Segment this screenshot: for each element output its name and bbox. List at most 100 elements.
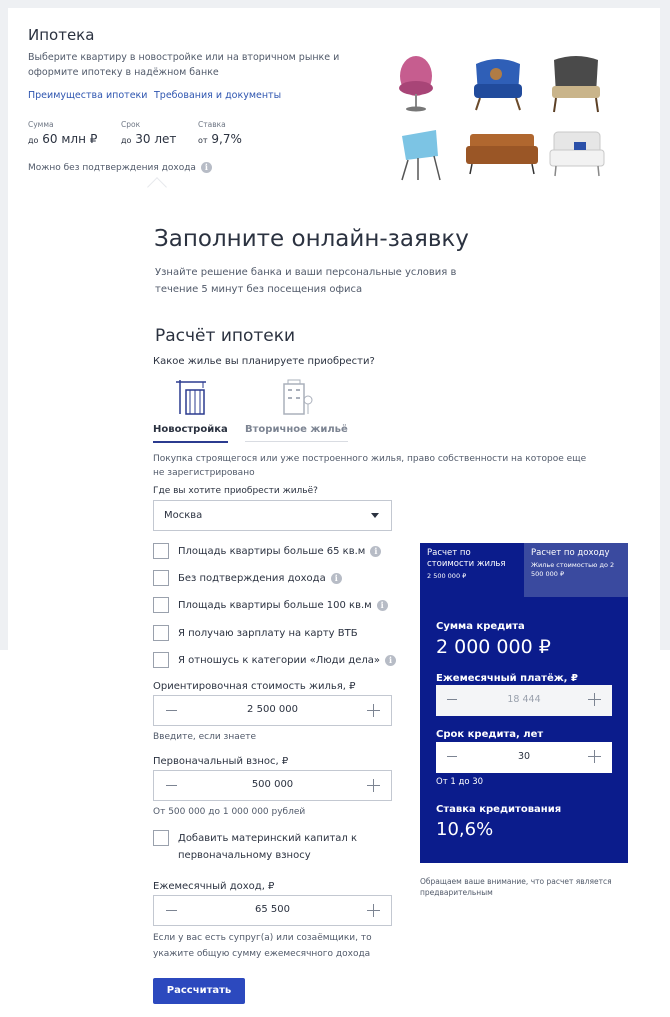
checkbox-area-100[interactable]: Площадь квартиры больше 100 кв.м i [153, 597, 388, 613]
minus-icon[interactable] [447, 699, 457, 700]
no-income-proof-note: Можно без подтверждения дохода i [28, 162, 212, 173]
preliminary-note: Обращаем ваше внимание, что расчет являе… [420, 877, 612, 897]
plus-icon[interactable] [367, 704, 381, 718]
plus-icon[interactable] [588, 750, 602, 764]
monthly-payment-value[interactable]: 18 444 [466, 694, 582, 705]
plus-icon[interactable] [588, 693, 602, 707]
tab-by-income-sub: Жилье стоимостью до 2 500 000 ₽ [531, 561, 615, 578]
tab-new-building[interactable]: Новостройка [153, 378, 228, 443]
info-icon[interactable]: i [200, 162, 212, 173]
tab-new-building-label: Новостройка [153, 424, 228, 443]
light-blue-chair-image [401, 130, 441, 181]
info-icon[interactable]: i [330, 572, 342, 584]
loan-amount-value: 2 000 000 ₽ [436, 636, 551, 658]
form-subtitle: Узнайте решение банка и ваши персональны… [155, 267, 457, 295]
checkbox[interactable] [153, 597, 169, 613]
calc-title: Расчёт ипотеки [155, 326, 296, 346]
gray-armchair-image [552, 56, 600, 113]
hero-title: Ипотека [28, 26, 95, 44]
brown-sofa-image [466, 134, 538, 175]
loan-term-stepper[interactable]: 30 [436, 742, 612, 773]
checkbox-maternity-capital[interactable]: Добавить материнский капитал к первонача… [153, 830, 368, 864]
tab-by-price-title: Расчет по стоимости жилья [427, 548, 506, 569]
checkbox-label: Добавить материнский капитал к первонача… [178, 833, 358, 861]
checkbox[interactable] [153, 652, 169, 668]
loan-term-label: Срок кредита, лет [436, 729, 544, 740]
city-label: Где вы хотите приобрести жильё? [153, 486, 318, 496]
tab-by-income[interactable]: Расчет по доходу Жилье стоимостью до 2 5… [524, 543, 628, 597]
stat-amount: Сумма до 60 млн ₽ [28, 120, 97, 146]
secondary-building-icon [283, 379, 313, 415]
stat-rate-value: 9,7% [211, 132, 242, 146]
stat-term-value: 30 лет [135, 132, 177, 146]
minus-icon[interactable] [166, 710, 177, 711]
monthly-payment-stepper[interactable]: 18 444 [436, 685, 612, 716]
monthly-payment-label: Ежемесячный платёж, ₽ [436, 673, 578, 684]
checkbox-label: Площадь квартиры больше 65 кв.м [178, 545, 366, 557]
advantages-link[interactable]: Преимущества ипотеки [28, 90, 147, 101]
calculation-panel: Расчет по стоимости жилья 2 500 000 ₽ Ра… [420, 543, 628, 863]
requirements-link[interactable]: Требования и документы [154, 90, 281, 101]
info-icon[interactable]: i [376, 599, 388, 611]
income-label: Ежемесячный доход, ₽ [153, 881, 275, 892]
white-armchair-image [549, 131, 605, 177]
rate-value: 10,6% [436, 819, 494, 840]
loan-term-value[interactable]: 30 [466, 751, 582, 762]
price-value[interactable]: 2 500 000 [194, 704, 351, 715]
tab-by-price[interactable]: Расчет по стоимости жилья 2 500 000 ₽ [420, 543, 524, 597]
property-question: Какое жилье вы планируете приобрести? [153, 356, 375, 367]
rate-label: Ставка кредитования [436, 804, 562, 815]
tab-secondary-label: Вторичное жильё [245, 424, 348, 442]
stat-rate: Ставка от 9,7% [198, 120, 242, 146]
down-payment-value[interactable]: 500 000 [194, 779, 351, 790]
plus-icon[interactable] [367, 779, 381, 793]
stat-amount-value: 60 млн ₽ [42, 132, 98, 146]
new-building-icon [176, 380, 207, 415]
down-payment-hint: От 500 000 до 1 000 000 рублей [153, 807, 306, 817]
down-payment-stepper[interactable]: 500 000 [153, 770, 392, 801]
plus-icon[interactable] [367, 904, 381, 918]
checkbox[interactable] [153, 625, 169, 641]
info-icon[interactable]: i [370, 545, 382, 557]
form-title: Заполните онлайн-заявку [154, 226, 469, 252]
hero-description: Выберите квартиру в новостройке или на в… [28, 52, 340, 78]
minus-icon[interactable] [166, 910, 177, 911]
stat-amount-label: Сумма [28, 120, 54, 129]
stat-term-label: Срок [121, 120, 141, 129]
checkbox-vtb-salary[interactable]: Я получаю зарплату на карту ВТБ [153, 625, 358, 641]
minus-icon[interactable] [447, 756, 457, 757]
checkbox[interactable] [153, 570, 169, 586]
stat-rate-label: Ставка [198, 120, 226, 129]
stat-term: Срок до 30 лет [121, 120, 176, 146]
city-select[interactable]: Москва [153, 500, 392, 531]
checkbox-area-65[interactable]: Площадь квартиры больше 65 кв.м i [153, 543, 382, 559]
checkbox[interactable] [153, 543, 169, 559]
caret-down-icon [371, 513, 379, 518]
city-value: Москва [164, 510, 203, 521]
minus-icon[interactable] [166, 785, 177, 786]
pink-chair-image [399, 56, 433, 112]
price-stepper[interactable]: 2 500 000 [153, 695, 392, 726]
checkbox-label: Площадь квартиры больше 100 кв.м [178, 599, 372, 611]
checkbox-no-income-proof[interactable]: Без подтверждения дохода i [153, 570, 342, 586]
calculate-button[interactable]: Рассчитать [153, 978, 245, 1004]
stat-term-prefix: до [121, 136, 132, 145]
info-icon[interactable]: i [384, 654, 396, 666]
stat-rate-prefix: от [198, 136, 208, 145]
price-hint: Введите, если знаете [153, 732, 257, 742]
checkbox[interactable] [153, 830, 169, 846]
checkbox-business-people[interactable]: Я отношусь к категории «Люди дела» i [153, 652, 396, 668]
income-stepper[interactable]: 65 500 [153, 895, 392, 926]
income-value[interactable]: 65 500 [194, 904, 351, 915]
tab-by-income-title: Расчет по доходу [531, 548, 610, 558]
blue-armchair-image [474, 59, 522, 111]
tab-by-price-sub: 2 500 000 ₽ [427, 572, 467, 580]
checkbox-label: Я получаю зарплату на карту ВТБ [178, 627, 358, 639]
tab-secondary-housing[interactable]: Вторичное жильё [245, 378, 348, 442]
type-description: Покупка строящегося или уже построенного… [153, 454, 587, 478]
income-hint: Если у вас есть супруг(а) или созаёмщики… [153, 933, 372, 959]
checkbox-label: Я отношусь к категории «Люди дела» [178, 654, 380, 666]
price-label: Ориентировочная стоимость жилья, ₽ [153, 681, 356, 692]
note-text: Можно без подтверждения дохода [28, 162, 196, 173]
loan-amount-label: Сумма кредита [436, 621, 525, 632]
